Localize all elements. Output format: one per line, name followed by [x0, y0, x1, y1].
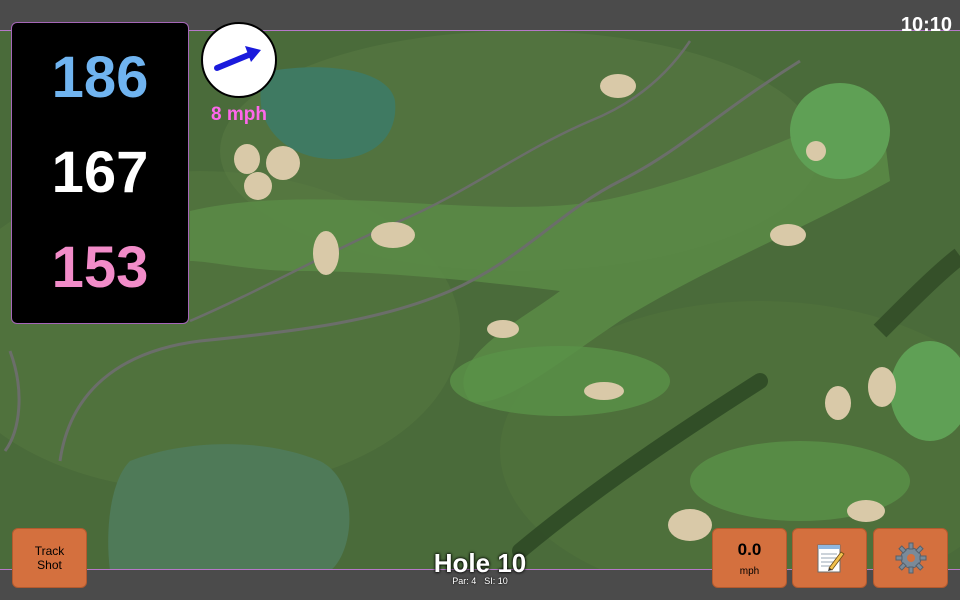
notes-button[interactable]	[792, 528, 867, 588]
track-shot-label: Track Shot	[34, 544, 65, 572]
hole-si: SI: 10	[484, 576, 508, 586]
hole-meta: Par: 4 SI: 10	[380, 576, 580, 586]
clock: 10:10	[900, 14, 952, 36]
track-shot-button[interactable]: Track Shot	[12, 528, 87, 588]
settings-button[interactable]	[873, 528, 948, 588]
distance-back: 186	[51, 45, 149, 111]
distance-panel: 186 167 153	[11, 22, 189, 324]
speed-unit: mph	[739, 565, 760, 577]
wind-indicator	[201, 22, 277, 98]
hole-par: Par: 4	[452, 576, 477, 586]
gear-icon	[895, 542, 926, 574]
hole-info: Hole 10 Par: 4 SI: 10	[380, 548, 580, 586]
distance-front: 153	[51, 234, 149, 300]
distance-middle: 167	[51, 139, 149, 205]
hole-title: Hole 10	[433, 548, 527, 578]
speed-value: 0.0	[737, 539, 762, 559]
wind-speed: 8 mph	[211, 104, 267, 125]
speed-button[interactable]: 0.0 mph	[712, 528, 787, 588]
arrow-icon	[214, 46, 261, 71]
notepad-icon	[817, 544, 845, 573]
